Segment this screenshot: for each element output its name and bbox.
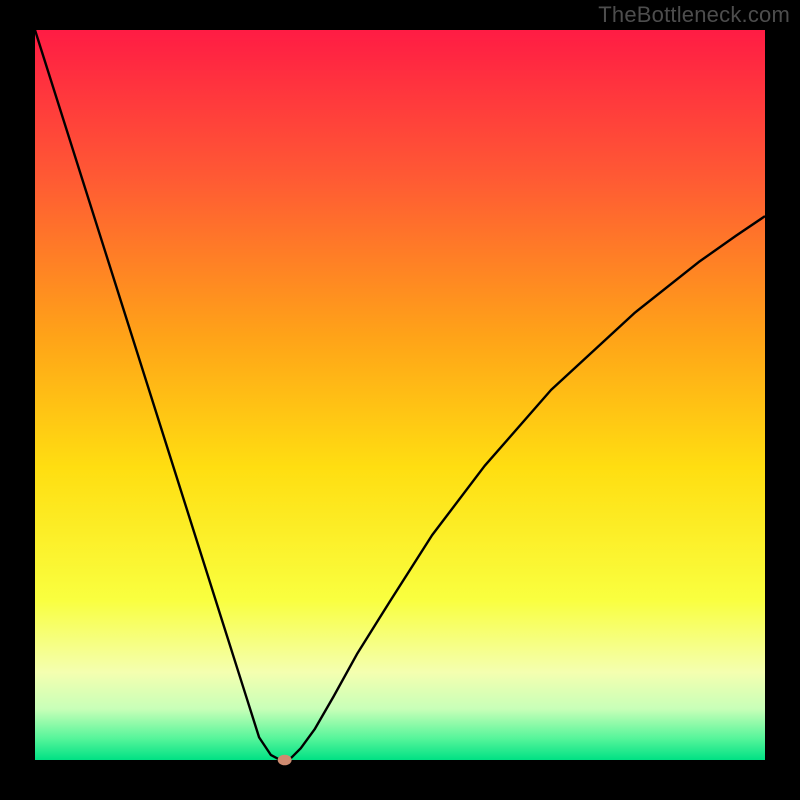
plot-background (35, 30, 765, 760)
optimum-marker (278, 755, 292, 766)
bottleneck-chart (0, 0, 800, 800)
watermark-text: TheBottleneck.com (598, 2, 790, 28)
chart-stage: TheBottleneck.com (0, 0, 800, 800)
